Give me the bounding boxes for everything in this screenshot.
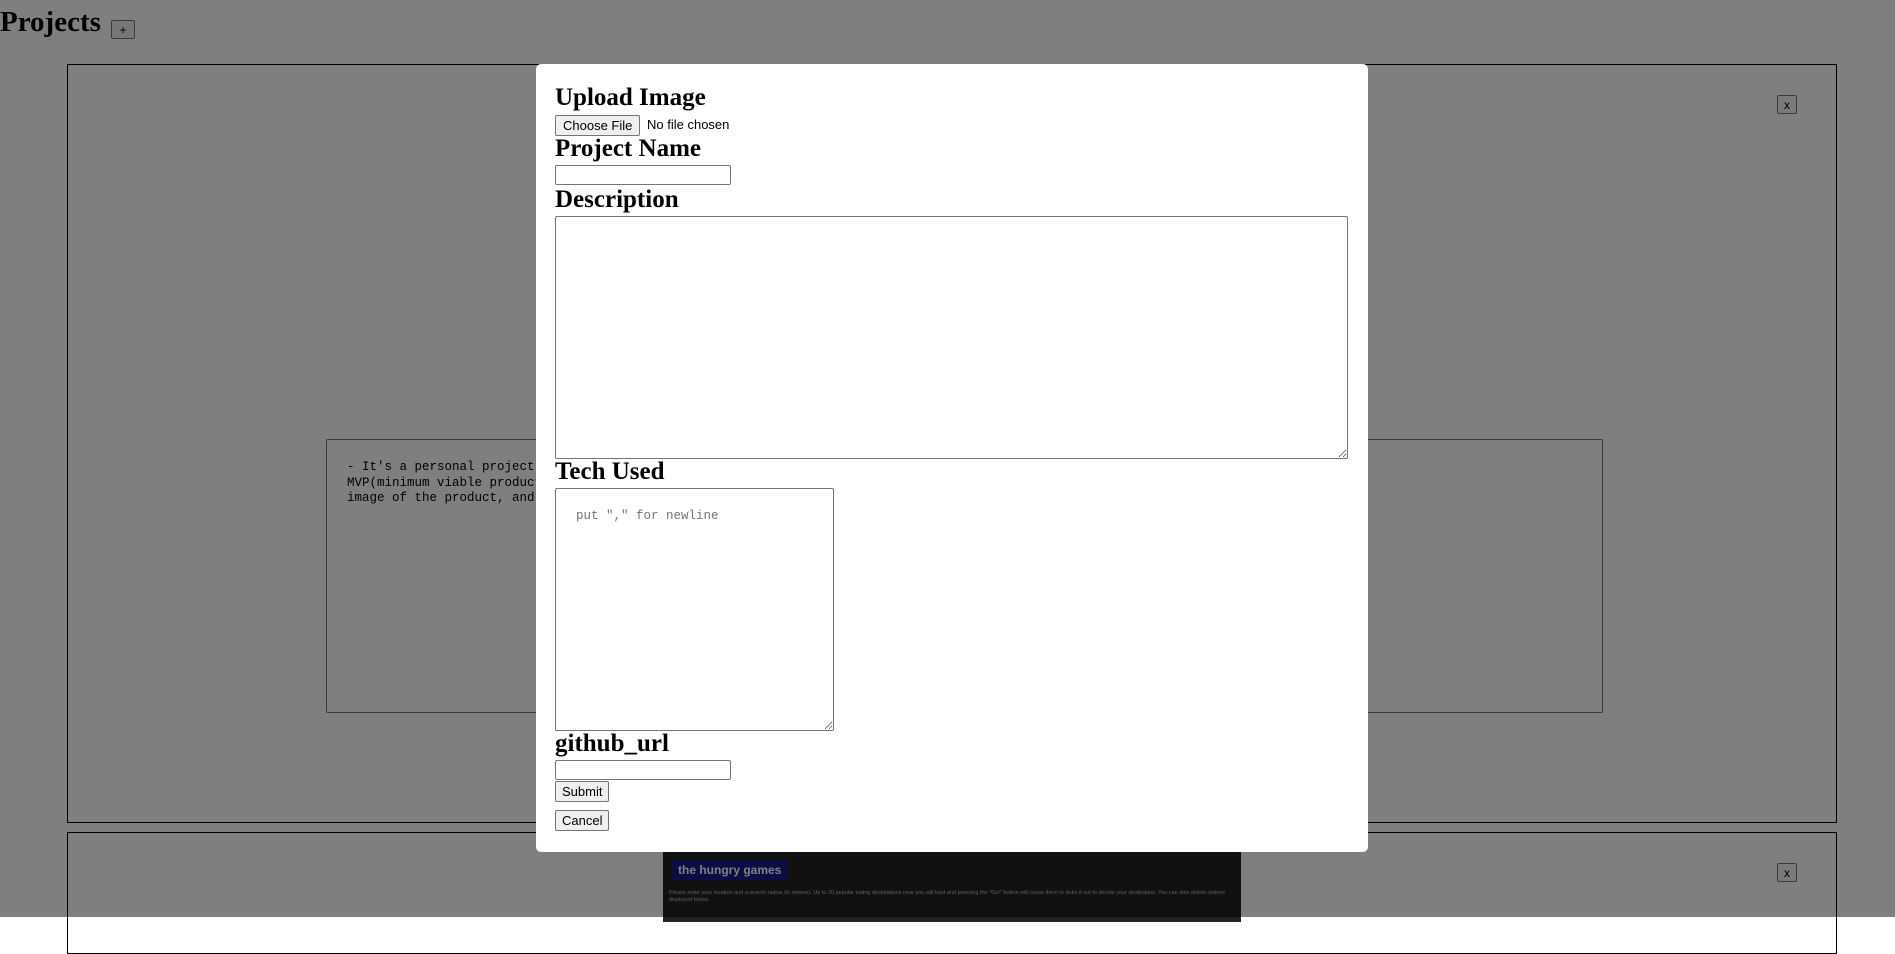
cancel-button[interactable]: Cancel xyxy=(555,810,610,831)
file-status: No file chosen xyxy=(647,117,730,132)
submit-button[interactable]: Submit xyxy=(555,781,610,802)
choose-file-button[interactable]: Choose File xyxy=(555,115,641,136)
project-name-label: Project Name xyxy=(555,135,701,162)
tech-used-textarea[interactable] xyxy=(555,488,834,731)
github-url-input[interactable] xyxy=(555,760,731,780)
github-url-label: github_url xyxy=(555,730,669,757)
description-label: Description xyxy=(555,186,679,213)
description-textarea[interactable] xyxy=(555,216,1348,459)
tech-used-label: Tech Used xyxy=(555,458,665,485)
upload-image-label: Upload Image xyxy=(555,84,706,111)
project-name-input[interactable] xyxy=(555,165,731,185)
add-project-modal: Upload Image Choose File No file chosen … xyxy=(536,64,1368,852)
